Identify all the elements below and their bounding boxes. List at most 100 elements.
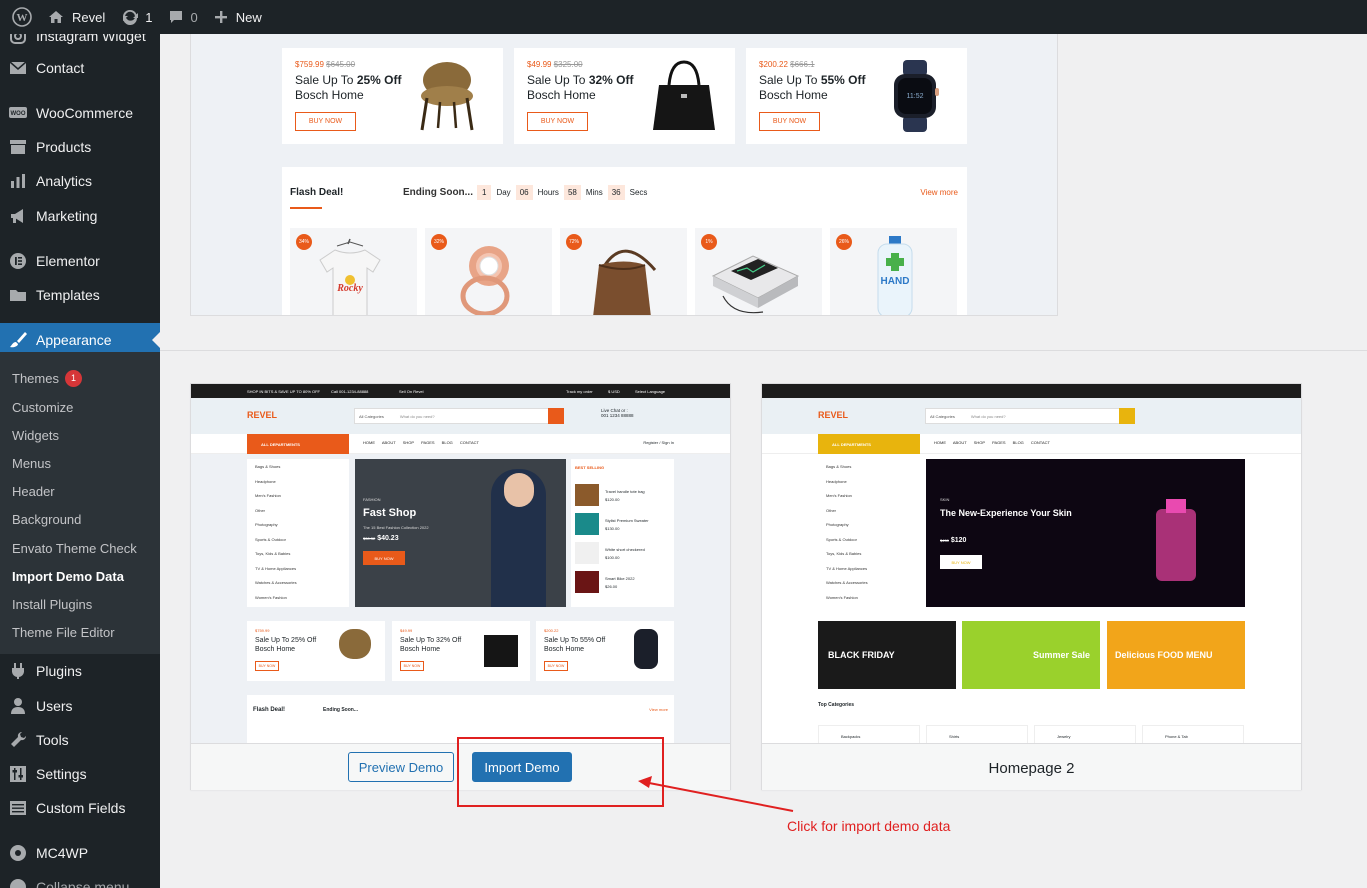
site-topbar [762, 384, 1301, 398]
menu-label: Analytics [36, 173, 93, 189]
demo-screenshot[interactable]: REVEL All Categories What do you need? A… [762, 384, 1301, 744]
collapse-icon [0, 877, 36, 888]
annotation-text: Click for import demo data [787, 818, 951, 834]
submenu-customize[interactable]: Customize [12, 396, 73, 418]
menu-label: Instagram Widget [36, 34, 146, 44]
hero-buy-button: BUY NOW [940, 555, 982, 569]
promo-text: Sale Up To [527, 73, 589, 87]
hero-subtitle: The 15 Best Fashion Collection 2022 [363, 525, 429, 530]
menu-label: Templates [36, 287, 100, 303]
preview-demo-button[interactable]: Preview Demo [348, 752, 454, 782]
menu-products[interactable]: Products [0, 130, 160, 164]
product-card[interactable]: 26% HAND [830, 228, 957, 315]
promo-percent: 25% Off [356, 73, 402, 87]
wordpress-logo-icon[interactable]: W [4, 0, 40, 34]
demo-screenshot[interactable]: SHOP IN BITS & SAVE UP TO 80% OFF Call 0… [191, 384, 730, 744]
menu-elementor[interactable]: Elementor [0, 244, 160, 278]
svg-text:11:52: 11:52 [907, 93, 924, 100]
promo-sub: Bosch Home [527, 88, 596, 102]
updates-count: 1 [145, 9, 153, 25]
submenu-themes[interactable]: Themes 1 [12, 367, 82, 389]
product-card[interactable]: 72% [560, 228, 687, 315]
menu-users[interactable]: Users [0, 689, 160, 723]
search-button [1119, 408, 1135, 424]
menu-contact[interactable]: Contact [0, 51, 160, 85]
mini-promo-sub: Bosch Home [400, 646, 441, 653]
mini-buy-button: BUY NOW [400, 661, 424, 671]
submenu-import-demo-data[interactable]: Import Demo Data [12, 565, 124, 587]
buy-now-button[interactable]: BUY NOW [759, 112, 820, 131]
updates-link[interactable]: 1 [113, 0, 160, 34]
menu-settings[interactable]: Settings [0, 757, 160, 791]
hero-price: $40.23 [377, 535, 399, 542]
menu-label: Products [36, 139, 92, 155]
menu-templates[interactable]: Templates [0, 278, 160, 312]
hero-kicker: FASHION [363, 497, 381, 502]
svg-text:W: W [17, 12, 28, 24]
submenu-widgets[interactable]: Widgets [12, 424, 59, 446]
menu-woocommerce[interactable]: WOO WooCommerce [0, 96, 160, 130]
menu-collapse[interactable]: Collapse menu [0, 870, 160, 888]
menu-custom-fields[interactable]: Custom Fields [0, 791, 160, 825]
comments-link[interactable]: 0 [160, 0, 205, 34]
new-content-link[interactable]: New [206, 0, 270, 34]
category-list: Bags & Shoes Headphone Men's Fashion Oth… [818, 459, 920, 607]
banner-black-friday: BLACK FRIDAY [818, 621, 956, 689]
admin-bar: W Revel 1 0 New [0, 0, 1367, 34]
menu-marketing[interactable]: Marketing [0, 199, 160, 233]
mini-promo-text: Sale Up To 32% Off [400, 637, 462, 644]
menu-analytics[interactable]: Analytics [0, 164, 160, 198]
submenu-theme-file-editor[interactable]: Theme File Editor [12, 621, 115, 643]
site-navbar: ALL DEPARTMENTS HOME ABOUT SHOP PAGES BL… [762, 434, 1301, 454]
best-selling-panel: BEST SELLING Travel handle tote bag $120… [571, 459, 674, 607]
elementor-icon [0, 251, 36, 271]
archive-icon [0, 137, 36, 157]
new-label: New [235, 9, 262, 25]
submenu-background[interactable]: Background [12, 508, 81, 530]
banner-food-menu: Delicious FOOD MENU [1107, 621, 1245, 689]
mini-buy-button: BUY NOW [255, 661, 279, 671]
product-card[interactable]: 1% [695, 228, 822, 315]
discount-badge: 34% [296, 234, 312, 250]
search-placeholder: What do you need? [970, 413, 1006, 419]
plug-icon [0, 661, 36, 681]
product-card[interactable]: 32% [425, 228, 552, 315]
menu-label: Elementor [36, 253, 100, 269]
site-logo: REVEL [818, 410, 849, 420]
menu-label: Custom Fields [36, 800, 126, 816]
menu-plugins[interactable]: Plugins [0, 654, 160, 688]
hero-slider: FASHION Fast Shop The 15 Best Fashion Co… [355, 459, 566, 607]
buy-now-button[interactable]: BUY NOW [295, 112, 356, 131]
countdown-label: Hours [537, 188, 559, 197]
live-chat-phone: 001 1234 88888 [601, 413, 634, 418]
submenu-menus[interactable]: Menus [12, 452, 51, 474]
buy-now-button[interactable]: BUY NOW [527, 112, 588, 131]
menu-tools[interactable]: Tools [0, 723, 160, 757]
view-more-link[interactable]: View more [920, 188, 958, 197]
promo-price: $49.99 [527, 60, 552, 69]
site-name-link[interactable]: Revel [40, 0, 113, 34]
theme-preview-top: $759.99 $645.00 Sale Up To 25% Off Bosch… [190, 24, 1058, 316]
submenu-envato-theme-check[interactable]: Envato Theme Check [12, 537, 137, 559]
handbag-image [653, 60, 715, 130]
best-item-price: $100.00 [605, 555, 620, 560]
countdown-label: Day [496, 188, 511, 197]
best-item-price: $26.00 [605, 584, 618, 589]
handbag-image [484, 635, 518, 667]
countdown: 1 Day 06 Hours 58 Mins 36 Secs [477, 185, 647, 200]
promo-card: $200.22 $666.1 Sale Up To 55% Off Bosch … [746, 48, 967, 144]
countdown-day: 1 [477, 185, 492, 200]
category-item: Women's Fashion [826, 595, 858, 600]
product-card[interactable]: 34% Rocky [290, 228, 417, 315]
main-content: $759.99 $645.00 Sale Up To 25% Off Bosch… [160, 24, 1367, 888]
menu-mc4wp[interactable]: MC4WP [0, 836, 160, 870]
submenu-header[interactable]: Header [12, 480, 55, 502]
nav-links: HOME ABOUT SHOP PAGES BLOG CONTACT [363, 440, 479, 445]
countdown-label: Mins [585, 188, 603, 197]
site-header: REVEL All Categories What do you need? L… [191, 398, 730, 434]
mini-promo-card: $49.99 Sale Up To 32% Off Bosch Home BUY… [392, 621, 530, 681]
sliders-icon [0, 764, 36, 784]
hero-old-price: $450 [940, 538, 949, 543]
submenu-install-plugins[interactable]: Install Plugins [12, 593, 92, 615]
site-topbar: SHOP IN BITS & SAVE UP TO 80% OFF Call 0… [191, 384, 730, 398]
